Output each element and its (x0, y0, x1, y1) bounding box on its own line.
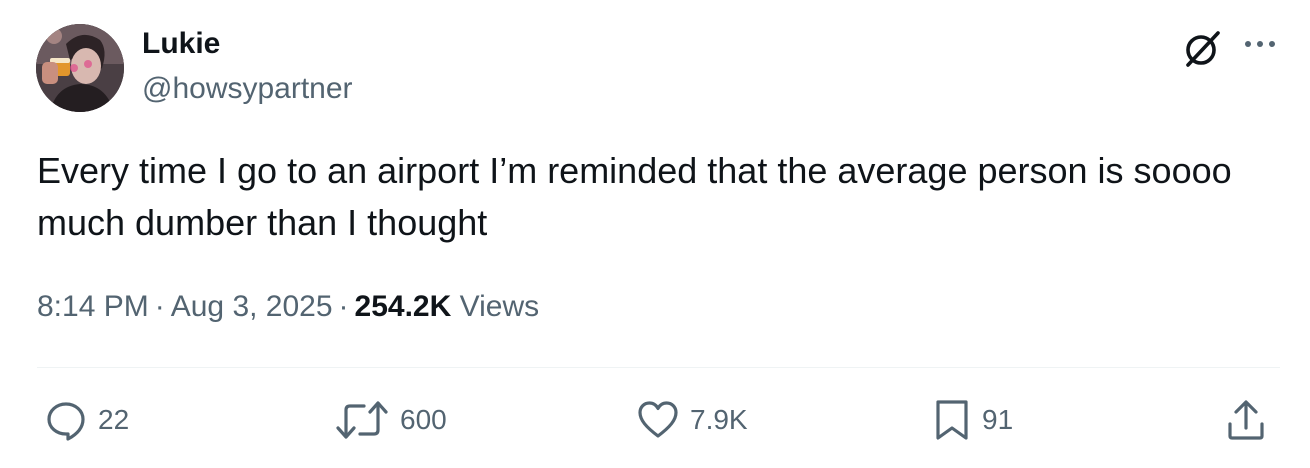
tweet-time[interactable]: 8:14 PM (37, 290, 149, 323)
grok-icon[interactable] (1180, 27, 1224, 71)
avatar[interactable] (36, 24, 124, 112)
reply-button[interactable]: 22 (44, 398, 129, 442)
like-count: 7.9K (690, 404, 748, 435)
views-label: Views (459, 290, 540, 323)
reply-count: 22 (98, 404, 130, 435)
bookmark-count: 91 (982, 404, 1014, 435)
handle[interactable]: @howsypartner (142, 70, 353, 108)
bookmark-icon (936, 400, 968, 440)
tweet-meta: 8:14 PM · Aug 3, 2025 · 254.2K Views (37, 287, 539, 327)
meta-separator: · (154, 290, 165, 323)
repost-icon (336, 401, 388, 439)
divider (37, 367, 1280, 368)
like-button[interactable]: 7.9K (636, 398, 748, 442)
meta-separator: · (338, 290, 349, 323)
bookmark-button[interactable]: 91 (932, 398, 1013, 442)
repost-count: 600 (400, 404, 447, 435)
display-name[interactable]: Lukie (142, 25, 220, 63)
tweet-card: Lukie @howsypartner Every time I go to a… (0, 0, 1310, 468)
tweet-date[interactable]: Aug 3, 2025 (171, 290, 333, 323)
views-count[interactable]: 254.2K (355, 290, 452, 323)
tweet-text: Every time I go to an airport I’m remind… (37, 150, 1232, 243)
reply-icon (47, 402, 85, 441)
share-button[interactable] (1224, 398, 1268, 442)
heart-icon (638, 401, 678, 438)
repost-button[interactable]: 600 (334, 398, 447, 442)
share-icon (1228, 400, 1264, 440)
more-icon[interactable] (1240, 30, 1280, 58)
